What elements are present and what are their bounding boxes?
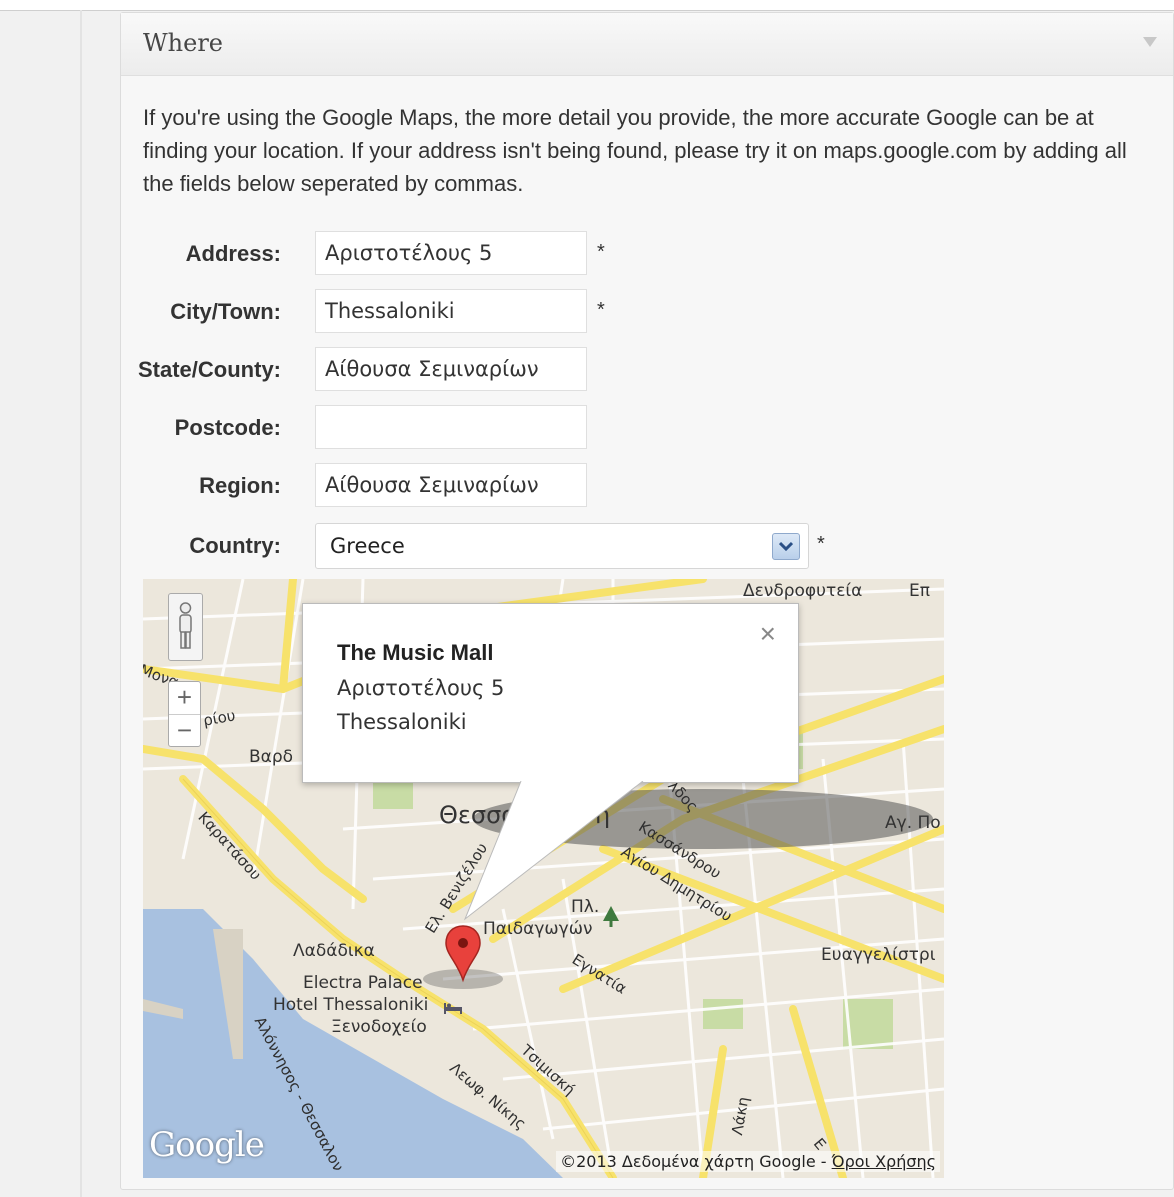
state-input[interactable]: Αίθουσα Σεμιναρίων xyxy=(315,347,587,391)
city-required-mark: * xyxy=(597,299,605,321)
map-label-ladadika: Λαδάδικα xyxy=(293,941,375,961)
country-required-mark: * xyxy=(817,533,825,555)
map-marker-icon[interactable] xyxy=(443,924,483,984)
address-required-mark: * xyxy=(597,241,605,263)
metabox-header[interactable]: Where xyxy=(121,13,1173,76)
map-label-vardaris: Βαρδ xyxy=(249,747,294,767)
region-input[interactable]: Αίθουσα Σεμιναρίων xyxy=(315,463,587,507)
google-logo[interactable]: Google xyxy=(149,1125,265,1165)
info-window: The Music Mall Αριστοτέλους 5 Thessaloni… xyxy=(302,603,799,783)
city-label: City/Town: xyxy=(170,299,281,324)
zoom-control: + − xyxy=(168,681,201,747)
country-select[interactable]: Greece xyxy=(315,523,809,569)
map-attribution: ©2013 Δεδομένα χάρτη Google - Όροι Χρήση… xyxy=(556,1151,940,1172)
state-label: State/County: xyxy=(138,357,281,382)
chevron-down-icon[interactable] xyxy=(772,533,800,560)
where-metabox: Where If you're using the Google Maps, t… xyxy=(120,12,1174,1190)
map-label-evangelistria: Ευαγγελίστρι xyxy=(821,945,936,965)
country-label: Country: xyxy=(189,533,281,558)
collapse-toggle-icon[interactable] xyxy=(1143,37,1157,47)
map-label-paidagogon: Παιδαγωγών xyxy=(483,919,593,939)
info-window-address: Αριστοτέλους 5 xyxy=(337,676,505,700)
info-window-tail xyxy=(463,781,644,921)
map-attribution-text: ©2013 Δεδομένα χάρτη Google - xyxy=(560,1152,832,1171)
map-label-ep: Επ xyxy=(909,581,930,601)
address-label: Address: xyxy=(185,241,281,266)
street-view-pegman-icon[interactable] xyxy=(168,593,203,661)
map-label-ag-p: Αγ. Πο xyxy=(885,813,941,833)
park-tree-icon xyxy=(603,906,619,927)
address-input[interactable]: Αριστοτέλους 5 xyxy=(315,231,587,275)
hotel-bed-icon xyxy=(444,1003,462,1014)
intro-text: If you're using the Google Maps, the mor… xyxy=(143,105,1127,196)
location-map[interactable]: Δενδροφυτεία Επ Θεσσαλ η Βαρδ Αγ. Πο Πλ.… xyxy=(143,579,944,1178)
postcode-input[interactable] xyxy=(315,405,587,449)
city-input[interactable]: Thessaloniki xyxy=(315,289,587,333)
info-window-city: Thessaloniki xyxy=(337,710,467,734)
metabox-title: Where xyxy=(143,29,224,57)
region-label: Region: xyxy=(199,473,281,498)
map-label-hotel-1: Electra Palace xyxy=(303,973,423,993)
top-border xyxy=(0,0,1174,11)
map-label-hotel-3: Ξενοδοχείο xyxy=(331,1017,427,1037)
close-icon[interactable]: × xyxy=(760,620,776,648)
map-label-hotel-2: Hotel Thessaloniki xyxy=(273,995,429,1015)
map-label-dendrofyteia: Δενδροφυτεία xyxy=(743,581,863,601)
admin-sidebar-edge xyxy=(80,10,82,1197)
terms-of-use-link[interactable]: Όροι Χρήσης xyxy=(832,1152,936,1171)
zoom-in-button[interactable]: + xyxy=(169,682,200,715)
country-select-value: Greece xyxy=(330,534,405,558)
zoom-out-button[interactable]: − xyxy=(169,715,200,747)
postcode-label: Postcode: xyxy=(174,415,281,440)
info-window-title: The Music Mall xyxy=(337,640,494,665)
